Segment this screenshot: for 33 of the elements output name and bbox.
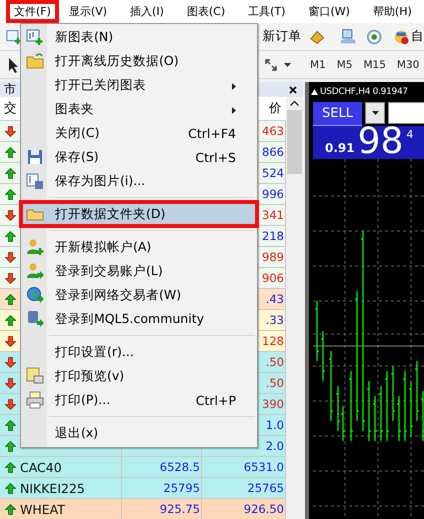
symbol-text: NIKKEI225	[20, 480, 85, 496]
ask-price: .43	[266, 292, 285, 306]
ask-price: 218	[262, 229, 285, 243]
chart-title: USDCHF,H4 0.91947	[320, 86, 408, 98]
shortcut-text: Ctrl+F4	[188, 126, 237, 140]
price-prefix: 0.91	[325, 141, 355, 155]
price-pip: 4	[406, 128, 414, 141]
panel-title: 市	[4, 81, 16, 98]
ask-price: 390	[262, 397, 285, 411]
bid-price: 6528.5	[160, 460, 201, 474]
ask-price: .33	[266, 313, 285, 327]
bid-price: 925.75	[160, 502, 201, 516]
ask-price: 2.0	[266, 439, 285, 453]
shortcut-text: Ctrl+P	[196, 392, 237, 408]
ask-price: 6531.0	[244, 460, 285, 474]
symbol-text: WHEAT	[20, 502, 65, 516]
ask-price: 926.50	[244, 502, 285, 516]
ask-price: 25765	[247, 481, 285, 495]
price-digits: 98	[358, 125, 404, 159]
ask-price: .50	[266, 355, 285, 369]
symbol-text: CAC40	[20, 460, 62, 474]
ask-price: 463	[262, 124, 285, 138]
ask-price: 128	[262, 334, 285, 348]
ask-price: 524	[262, 166, 285, 180]
ask-price: 996	[262, 187, 285, 201]
ask-price: .50	[266, 376, 285, 390]
ask-price: 341	[262, 208, 285, 222]
ask-price: 906	[262, 271, 285, 285]
ask-price: 989	[262, 250, 285, 264]
bid-price: 25795	[163, 481, 201, 495]
ask-price: 866	[262, 145, 285, 159]
shortcut-text: Ctrl+S	[195, 150, 237, 164]
ask-price: 1.0	[266, 418, 285, 432]
